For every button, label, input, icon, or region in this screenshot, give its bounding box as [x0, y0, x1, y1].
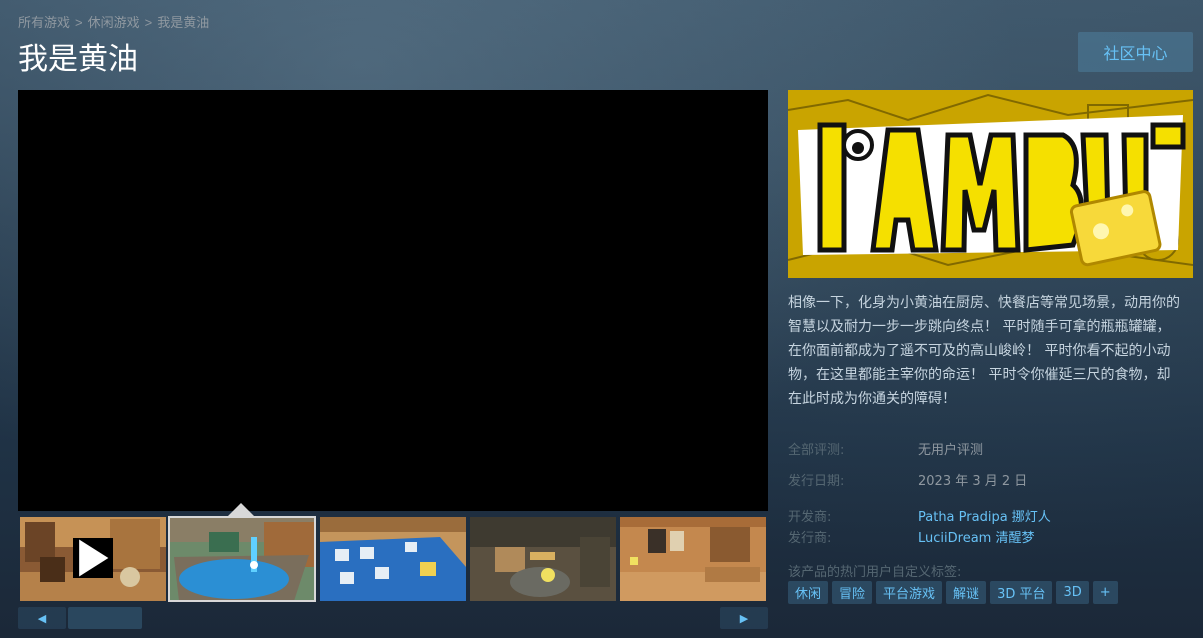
community-hub-button[interactable]: 社区中心	[1078, 32, 1193, 72]
video-player[interactable]	[18, 90, 768, 511]
tag-3d[interactable]: 3D	[1056, 581, 1089, 604]
release-date-value: 2023 年 3 月 2 日	[918, 474, 1028, 489]
arrow-left-icon: ◀	[37, 612, 47, 625]
scroll-left-button[interactable]: ◀	[18, 607, 66, 629]
butter-logo-icon	[788, 90, 1193, 278]
tag-casual[interactable]: 休闲	[788, 581, 829, 604]
developer-link[interactable]: Patha Pradipa 挪灯人	[918, 506, 1051, 525]
play-icon	[73, 538, 113, 578]
add-tag-button[interactable]: +	[1092, 581, 1118, 604]
media-thumbnail-screenshot-1[interactable]	[168, 516, 316, 602]
breadcrumb-all-games[interactable]: 所有游戏	[18, 15, 70, 30]
tags-label: 该产品的热门用户自定义标签:	[788, 565, 962, 580]
breadcrumb-separator: >	[144, 15, 153, 30]
breadcrumb-casual-games[interactable]: 休闲游戏	[88, 15, 140, 30]
game-description: 相像一下，化身为小黄油在厨房、快餐店等常见场景，动用你的智慧以及耐力一步一步跳向…	[788, 295, 1180, 407]
publisher-link[interactable]: LuciiDream 清醒梦	[918, 527, 1034, 546]
counter-scene-image	[470, 517, 616, 601]
breadcrumb-separator: >	[75, 15, 83, 30]
thumbnail-scrollbar-handle[interactable]	[68, 607, 142, 629]
sink-scene-image	[169, 517, 315, 601]
page-title: 我是黄油	[18, 42, 138, 77]
tag-adventure[interactable]: 冒险	[832, 581, 873, 604]
tag-puzzle[interactable]: 解谜	[946, 581, 987, 604]
media-thumbnail-screenshot-2[interactable]	[320, 517, 466, 601]
reviews-value: 无用户评测	[918, 443, 984, 458]
breadcrumb-current-game[interactable]: 我是黄油	[157, 15, 209, 30]
water-tray-scene-image	[320, 517, 466, 601]
breadcrumb: 所有游戏 > 休闲游戏 > 我是黄油	[18, 12, 209, 31]
release-date-label: 发行日期:	[788, 474, 845, 489]
reviews-label: 全部评测:	[788, 443, 845, 458]
publisher-label: 发行商:	[788, 531, 832, 546]
scroll-right-button[interactable]: ▶	[720, 607, 768, 629]
game-capsule-image	[788, 90, 1193, 278]
arrow-right-icon: ▶	[739, 612, 749, 625]
media-thumbnail-video[interactable]	[20, 517, 166, 601]
tag-platformer[interactable]: 平台游戏	[876, 581, 943, 604]
tags-list: 休闲 冒险 平台游戏 解谜 3D 平台 3D +	[788, 581, 1118, 604]
media-thumbnail-screenshot-3[interactable]	[470, 517, 616, 601]
developer-label: 开发商:	[788, 510, 832, 525]
media-thumbnail-screenshot-4[interactable]	[620, 517, 766, 601]
selected-thumbnail-indicator	[228, 503, 254, 516]
living-room-scene-image	[620, 517, 766, 601]
thumbnail-scrollbar-track[interactable]	[66, 607, 720, 629]
tag-3d-platformer[interactable]: 3D 平台	[990, 581, 1053, 604]
